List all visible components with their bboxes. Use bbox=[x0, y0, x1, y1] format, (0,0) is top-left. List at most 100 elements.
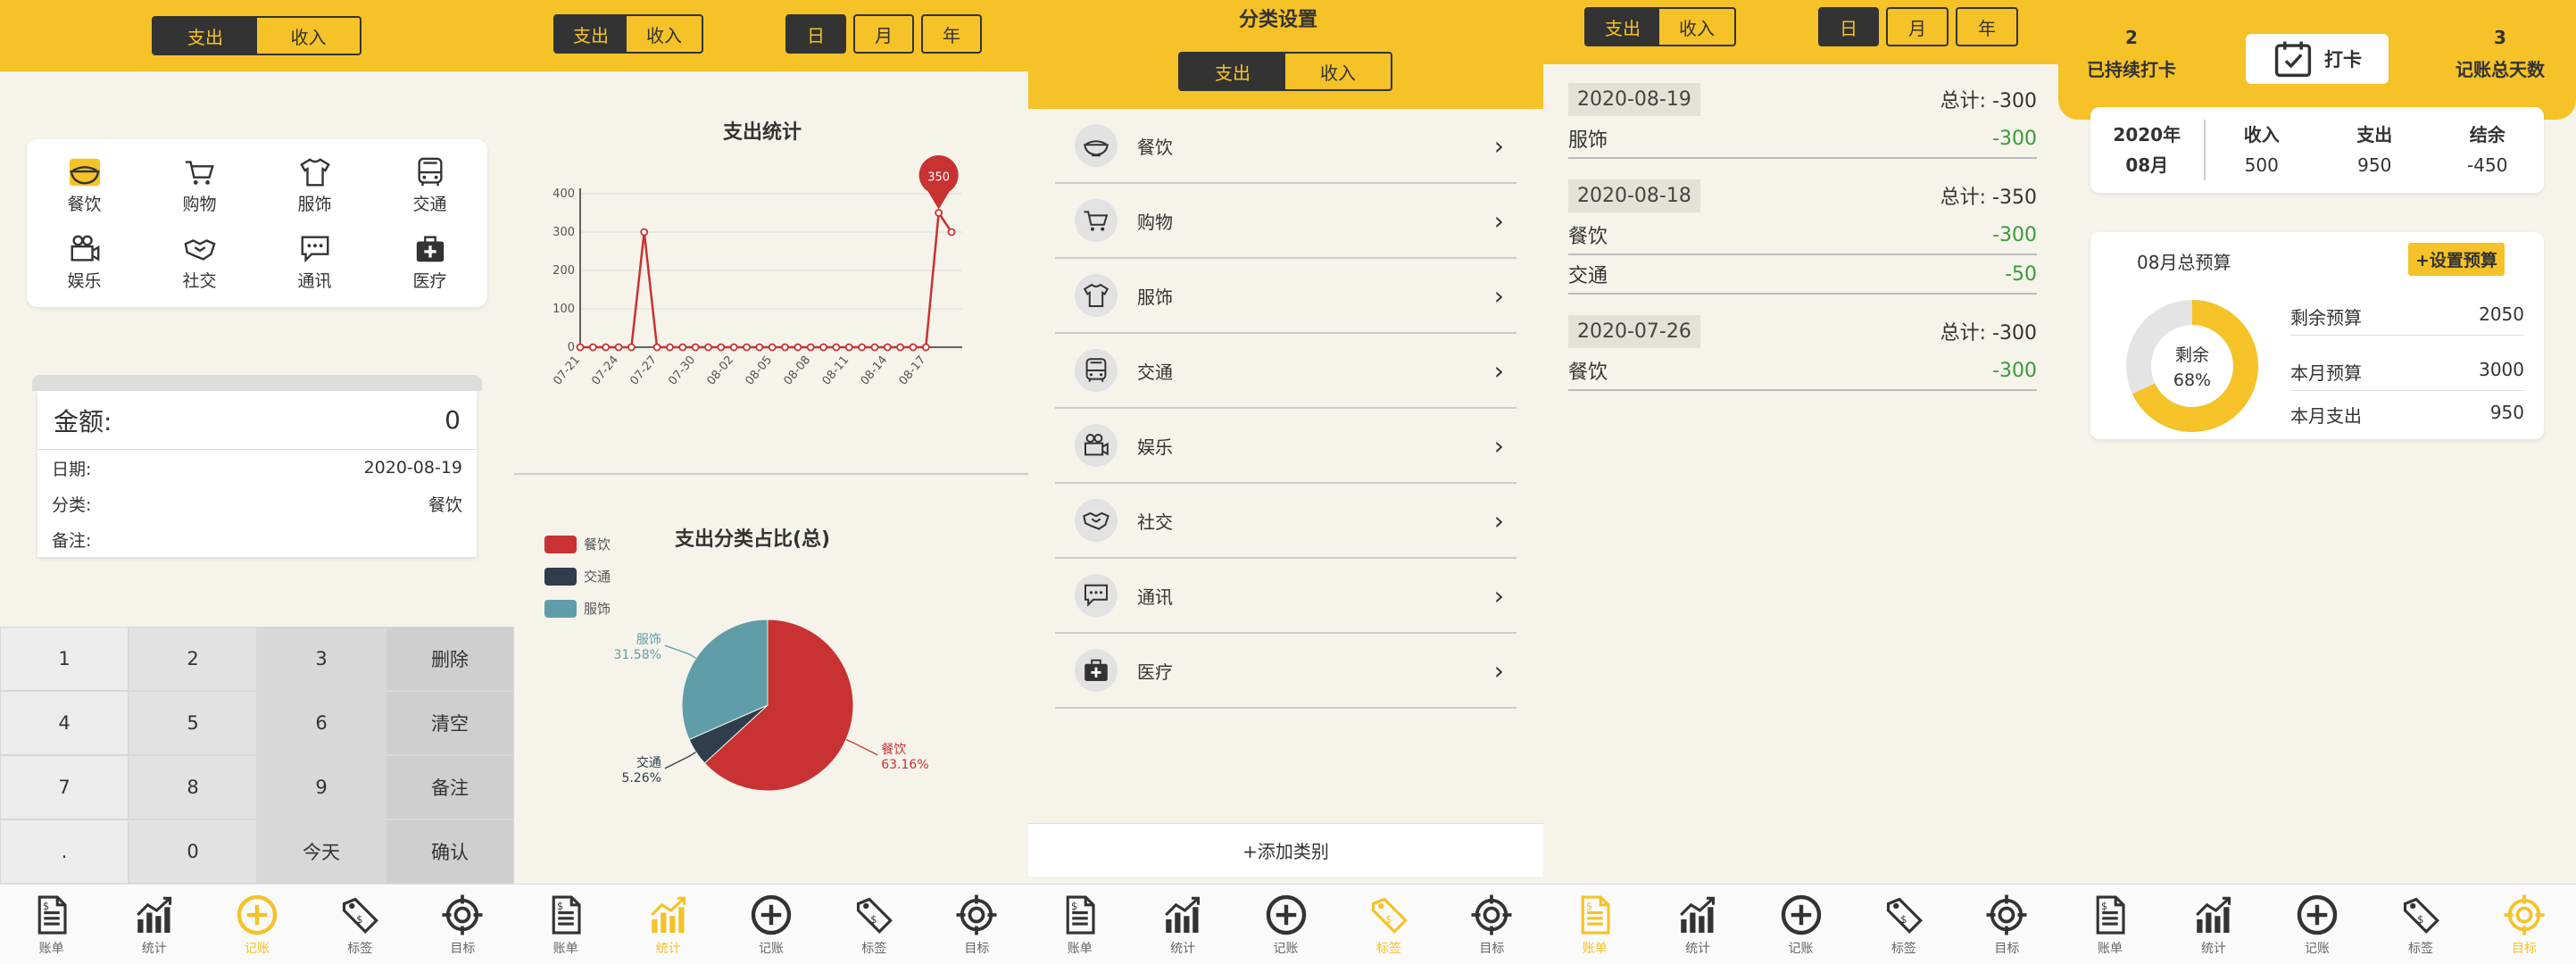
data-point[interactable] bbox=[602, 343, 611, 352]
data-point[interactable] bbox=[729, 343, 738, 352]
data-point[interactable] bbox=[781, 343, 789, 352]
data-point[interactable] bbox=[678, 343, 687, 352]
data-point[interactable] bbox=[704, 343, 712, 352]
nav-tags[interactable]: 标签 bbox=[1852, 885, 1955, 964]
key-today[interactable]: 今天 bbox=[257, 819, 386, 884]
tab-year[interactable]: 年 bbox=[1956, 7, 2018, 46]
amount-row[interactable]: 金额: 0 bbox=[37, 391, 477, 450]
category-row-social[interactable]: 社交 › bbox=[1055, 484, 1517, 559]
tab-income[interactable]: 收入 bbox=[627, 16, 702, 52]
nav-record[interactable]: 记账 bbox=[205, 885, 308, 964]
nav-tags[interactable]: 标签 bbox=[1337, 885, 1440, 964]
tab-month[interactable]: 月 bbox=[853, 14, 914, 54]
tab-income[interactable]: 收入 bbox=[1659, 9, 1734, 45]
category-row-dining[interactable]: 餐饮 › bbox=[1055, 109, 1517, 184]
category-row-transport[interactable]: 交通 › bbox=[1055, 334, 1517, 409]
data-point[interactable] bbox=[768, 343, 777, 352]
note-row[interactable]: 备注: bbox=[37, 521, 477, 557]
bill-item[interactable]: 餐饮 -300 bbox=[1568, 352, 2037, 391]
category-row-clothing[interactable]: 服饰 › bbox=[1055, 259, 1517, 334]
nav-goals[interactable]: 目标 bbox=[411, 885, 514, 964]
nav-record[interactable]: 记账 bbox=[719, 885, 822, 964]
key-4[interactable]: 4 bbox=[0, 691, 129, 755]
data-point[interactable] bbox=[819, 343, 827, 352]
category-dining[interactable]: 餐饮 bbox=[27, 146, 142, 223]
key-dot[interactable]: . bbox=[0, 819, 129, 884]
nav-tags[interactable]: 标签 bbox=[309, 885, 411, 964]
data-point[interactable] bbox=[691, 343, 700, 352]
category-clothing[interactable]: 服饰 bbox=[257, 146, 372, 223]
checkin-button[interactable]: 打卡 bbox=[2246, 34, 2389, 84]
category-row-communication[interactable]: 通讯 › bbox=[1055, 559, 1517, 634]
key-note[interactable]: 备注 bbox=[386, 755, 514, 819]
data-point[interactable] bbox=[909, 343, 918, 352]
data-point[interactable] bbox=[858, 343, 866, 352]
category-shopping[interactable]: 购物 bbox=[142, 146, 257, 223]
nav-bills[interactable]: 账单 bbox=[0, 885, 103, 964]
nav-goals[interactable]: 目标 bbox=[2472, 885, 2576, 964]
key-0[interactable]: 0 bbox=[129, 819, 257, 884]
date-row[interactable]: 日期: 2020-08-19 bbox=[37, 450, 477, 486]
add-category-button[interactable]: +添加类别 bbox=[1028, 823, 1543, 877]
data-point[interactable] bbox=[717, 343, 726, 352]
tab-day[interactable]: 日 bbox=[1818, 7, 1879, 46]
nav-tags[interactable]: 标签 bbox=[2369, 885, 2472, 964]
category-entertainment[interactable]: 娱乐 bbox=[27, 223, 142, 300]
category-row-entertainment[interactable]: 娱乐 › bbox=[1055, 409, 1517, 484]
data-point[interactable] bbox=[832, 343, 841, 352]
key-clear[interactable]: 清空 bbox=[386, 691, 514, 755]
nav-record[interactable]: 记账 bbox=[1749, 885, 1852, 964]
tab-expense[interactable]: 支出 bbox=[1180, 54, 1285, 89]
nav-goals[interactable]: 目标 bbox=[1956, 885, 2058, 964]
tab-expense[interactable]: 支出 bbox=[154, 18, 257, 54]
key-8[interactable]: 8 bbox=[129, 755, 257, 819]
nav-bills[interactable]: 账单 bbox=[1543, 885, 1646, 964]
data-point[interactable] bbox=[576, 343, 585, 352]
nav-stats[interactable]: 统计 bbox=[617, 885, 719, 964]
key-9[interactable]: 9 bbox=[257, 755, 386, 819]
nav-record[interactable]: 记账 bbox=[2265, 885, 2369, 964]
tab-income[interactable]: 收入 bbox=[1285, 54, 1391, 89]
data-point[interactable] bbox=[870, 343, 879, 352]
category-row-medical[interactable]: 医疗 › bbox=[1055, 634, 1517, 709]
bill-item[interactable]: 餐饮 -300 bbox=[1568, 216, 2037, 255]
nav-stats[interactable]: 统计 bbox=[1131, 885, 1234, 964]
category-row-shopping[interactable]: 购物 › bbox=[1055, 184, 1517, 259]
nav-record[interactable]: 记账 bbox=[1234, 885, 1337, 964]
data-point[interactable] bbox=[935, 209, 943, 217]
key-1[interactable]: 1 bbox=[0, 627, 129, 691]
nav-stats[interactable]: 统计 bbox=[1646, 885, 1749, 964]
nav-stats[interactable]: 统计 bbox=[103, 885, 205, 964]
bill-item[interactable]: 交通 -50 bbox=[1568, 255, 2037, 295]
tab-income[interactable]: 收入 bbox=[257, 18, 360, 54]
category-row[interactable]: 分类: 餐饮 bbox=[37, 486, 477, 521]
data-point[interactable] bbox=[640, 228, 649, 237]
key-5[interactable]: 5 bbox=[129, 691, 257, 755]
data-point[interactable] bbox=[844, 343, 853, 352]
data-point[interactable] bbox=[666, 343, 674, 352]
category-medical[interactable]: 医疗 bbox=[372, 223, 487, 300]
nav-stats[interactable]: 统计 bbox=[2162, 885, 2265, 964]
nav-tags[interactable]: 标签 bbox=[823, 885, 926, 964]
key-6[interactable]: 6 bbox=[257, 691, 386, 755]
key-2[interactable]: 2 bbox=[129, 627, 257, 691]
data-point[interactable] bbox=[627, 343, 636, 352]
data-point[interactable] bbox=[947, 228, 956, 237]
tab-day[interactable]: 日 bbox=[785, 14, 846, 54]
tab-expense[interactable]: 支出 bbox=[1586, 9, 1659, 45]
data-point[interactable] bbox=[588, 343, 597, 352]
tab-month[interactable]: 月 bbox=[1886, 7, 1949, 46]
key-7[interactable]: 7 bbox=[0, 755, 129, 819]
nav-bills[interactable]: 账单 bbox=[514, 885, 617, 964]
nav-goals[interactable]: 目标 bbox=[1441, 885, 1543, 964]
data-point[interactable] bbox=[806, 343, 815, 352]
tab-year[interactable]: 年 bbox=[921, 14, 982, 54]
data-point[interactable] bbox=[883, 343, 892, 352]
data-point[interactable] bbox=[896, 343, 905, 352]
set-budget-button[interactable]: +设置预算 bbox=[2408, 243, 2505, 276]
category-communication[interactable]: 通讯 bbox=[257, 223, 372, 300]
key-confirm[interactable]: 确认 bbox=[386, 819, 514, 884]
nav-goals[interactable]: 目标 bbox=[926, 885, 1028, 964]
data-point[interactable] bbox=[755, 343, 764, 352]
data-point[interactable] bbox=[921, 343, 930, 352]
